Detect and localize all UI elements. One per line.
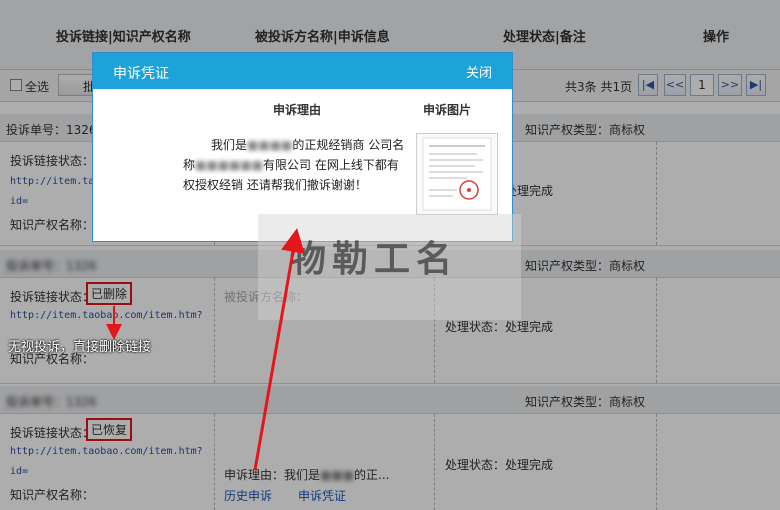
complaint-management-page: 投诉链接|知识产权名称 被投诉方名称|申诉信息 处理状态|备注 操作 全选 批 … bbox=[0, 0, 780, 510]
annotation-caption: 无视投诉，直接删除链接 bbox=[8, 340, 152, 355]
annotation-arrows bbox=[106, 228, 305, 471]
arrow-to-dialog bbox=[253, 228, 305, 471]
